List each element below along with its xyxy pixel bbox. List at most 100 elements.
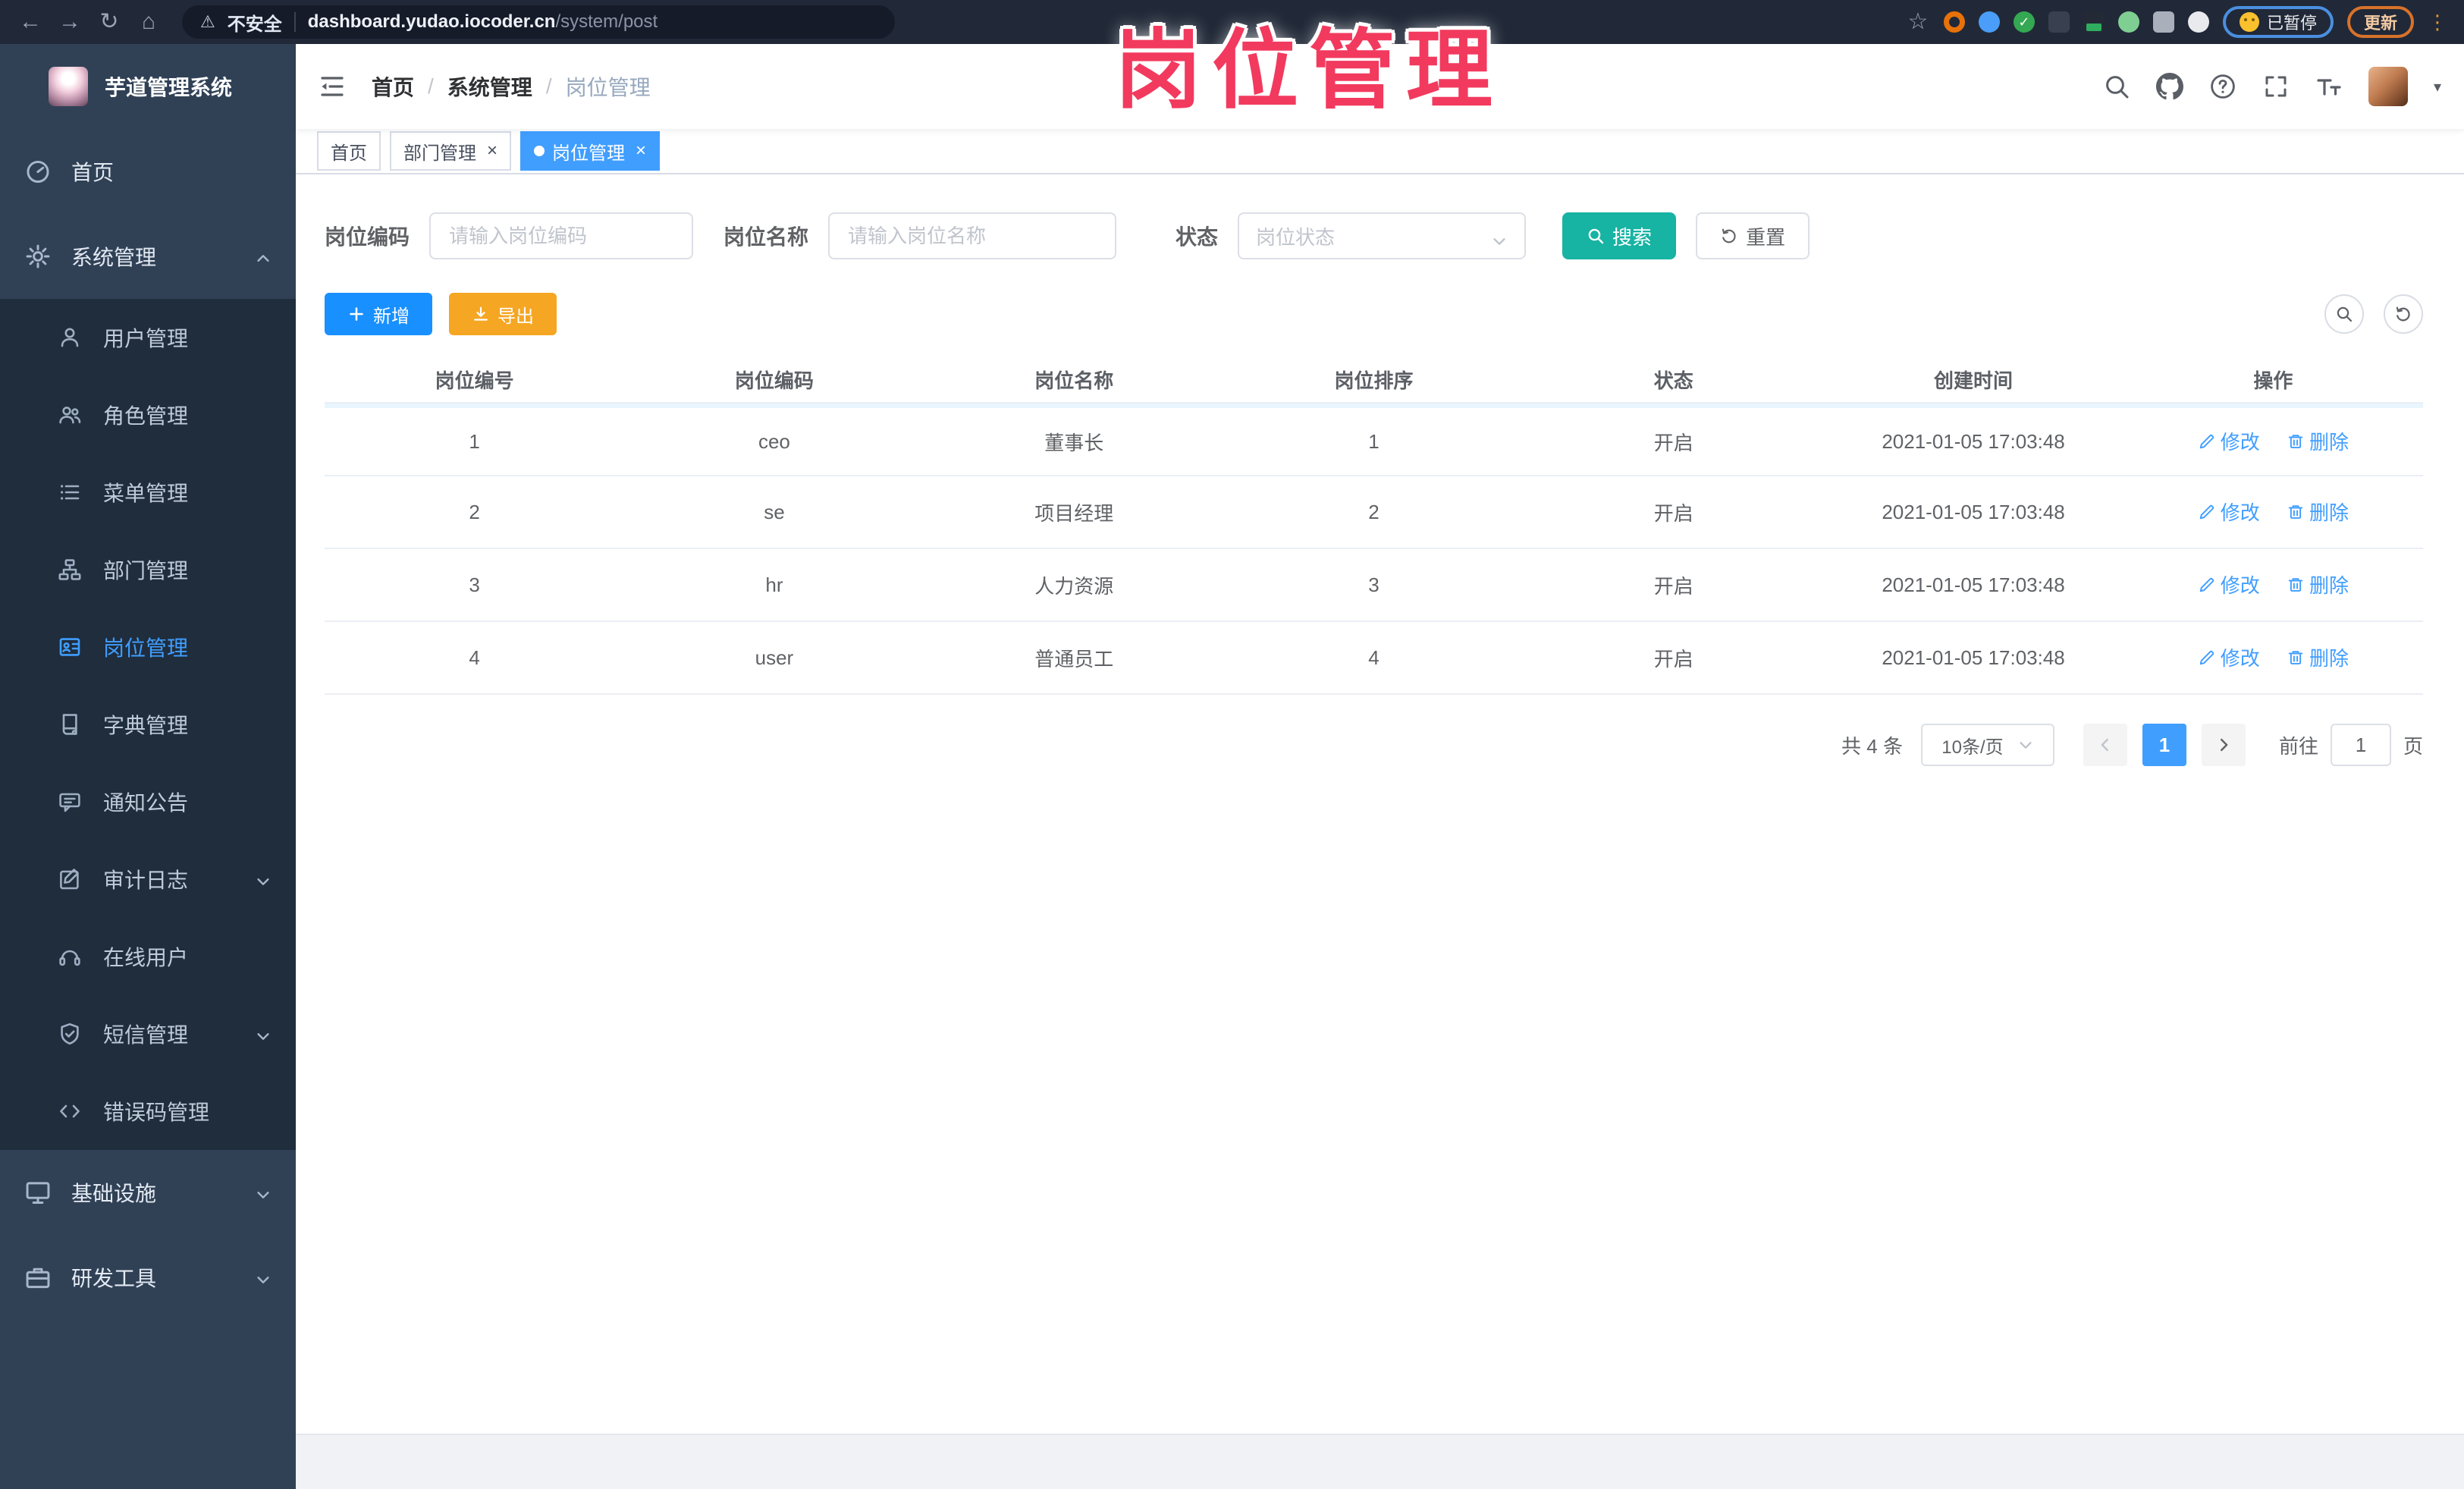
help-icon[interactable] (2209, 73, 2236, 100)
sidebar-item-error-codes[interactable]: 错误码管理 (0, 1073, 296, 1150)
paused-badge[interactable]: 已暂停 (2222, 6, 2334, 38)
prev-page-button[interactable] (2083, 724, 2127, 766)
col-post-name: 岗位名称 (924, 357, 1224, 404)
active-dot (534, 146, 545, 156)
refresh-button[interactable] (2384, 294, 2423, 334)
breadcrumb-system[interactable]: 系统管理 (447, 71, 532, 102)
monitor-icon (24, 1179, 52, 1206)
browser-forward-icon[interactable]: → (52, 0, 88, 44)
breadcrumb-separator: / (428, 74, 434, 98)
page-number-1[interactable]: 1 (2142, 724, 2186, 766)
status-text: 开启 (1524, 549, 1824, 622)
col-post-id: 岗位编号 (325, 357, 625, 404)
sidebar-item-audit-log[interactable]: 审计日志 (0, 840, 296, 918)
extensions-puzzle-icon[interactable] (2152, 11, 2174, 33)
book-icon (58, 712, 82, 737)
reset-button[interactable]: 重置 (1696, 212, 1810, 259)
sidebar-item-devtools[interactable]: 研发工具 (0, 1235, 296, 1320)
browser-home-icon[interactable]: ⌂ (130, 0, 167, 44)
add-button[interactable]: 新增 (325, 293, 432, 335)
chevron-down-icon (255, 871, 272, 887)
shield-check-icon (58, 1022, 82, 1046)
toggle-search-button[interactable] (2324, 294, 2364, 334)
sidebar-item-home[interactable]: 首页 (0, 129, 296, 214)
user-icon (58, 325, 82, 350)
sidebar-item-notices[interactable]: 通知公告 (0, 763, 296, 840)
page-size-select[interactable]: 10条/页 (1920, 724, 2054, 766)
sidebar-item-online-users[interactable]: 在线用户 (0, 918, 296, 995)
delete-link[interactable]: 删除 (2287, 570, 2349, 598)
edit-link[interactable]: 修改 (2198, 427, 2260, 455)
extension-gray-icon[interactable] (2048, 11, 2070, 33)
footer-strip (296, 1434, 2464, 1489)
warning-icon: ⚠ (200, 12, 215, 31)
close-icon[interactable]: × (636, 142, 646, 160)
table-header-row: 岗位编号 岗位编码 岗位名称 岗位排序 状态 创建时间 操作 (325, 357, 2423, 404)
sidebar-item-menus[interactable]: 菜单管理 (0, 454, 296, 531)
col-created: 创建时间 (1823, 357, 2123, 404)
sidebar-item-dictionary[interactable]: 字典管理 (0, 686, 296, 763)
dashboard-icon (24, 158, 52, 185)
app-logo-row[interactable]: 芋道管理系统 (0, 44, 296, 129)
edit-link[interactable]: 修改 (2198, 570, 2260, 598)
tab-departments[interactable]: 部门管理 × (390, 131, 512, 171)
sidebar-item-sms[interactable]: 短信管理 (0, 995, 296, 1073)
breadcrumb-home[interactable]: 首页 (372, 71, 414, 102)
sidebar-item-departments[interactable]: 部门管理 (0, 531, 296, 608)
tab-home[interactable]: 首页 (317, 131, 381, 171)
browser-back-icon[interactable]: ← (12, 0, 49, 44)
filter-bar: 岗位编码 岗位名称 状态 岗位状态 搜索 重置 (325, 212, 2423, 259)
chevron-down-icon (2017, 737, 2034, 753)
sidebar-item-roles[interactable]: 角色管理 (0, 376, 296, 454)
post-code-label: 岗位编码 (325, 225, 410, 249)
sidebar-item-users[interactable]: 用户管理 (0, 299, 296, 376)
next-page-button[interactable] (2201, 724, 2246, 766)
sidebar: 芋道管理系统 首页 系统管理 用户管理 角色管理 菜单管理 部门管理 岗位管理 … (0, 44, 296, 1489)
caret-down-icon[interactable]: ▾ (2434, 77, 2441, 96)
search-button[interactable]: 搜索 (1562, 212, 1677, 259)
font-size-icon[interactable] (2315, 73, 2343, 100)
address-bar[interactable]: ⚠ 不安全 dashboard.yudao.iocoder.cn/system/… (182, 5, 895, 39)
fullscreen-icon[interactable] (2262, 73, 2290, 100)
extension-paw-icon[interactable] (2187, 11, 2209, 33)
col-post-code: 岗位编码 (624, 357, 924, 404)
update-button[interactable]: 更新 (2346, 6, 2414, 38)
top-navbar: 首页 / 系统管理 / 岗位管理 ▾ (296, 44, 2464, 129)
goto-page-input[interactable] (2330, 724, 2391, 766)
browser-reload-icon[interactable]: ↻ (91, 0, 127, 44)
extension-check-icon[interactable]: ✓ (2013, 11, 2035, 33)
avatar[interactable] (2368, 67, 2408, 106)
edit-link[interactable]: 修改 (2198, 643, 2260, 671)
toolbar-right (2324, 294, 2423, 334)
extension-leaf-icon[interactable] (2117, 11, 2139, 33)
status-select[interactable]: 岗位状态 (1238, 212, 1527, 259)
sidebar-item-system[interactable]: 系统管理 (0, 214, 296, 299)
extension-donut-icon[interactable] (1943, 11, 1965, 33)
hamburger-icon[interactable] (319, 73, 346, 100)
extension-pin-icon[interactable] (1978, 11, 2000, 33)
url-text: dashboard.yudao.iocoder.cn/system/post (307, 11, 658, 32)
status-text: 开启 (1524, 476, 1824, 549)
post-code-input[interactable] (429, 212, 694, 259)
security-label[interactable]: 不安全 (228, 9, 282, 36)
edit-link[interactable]: 修改 (2198, 498, 2260, 526)
post-name-input[interactable] (828, 212, 1117, 259)
export-button[interactable]: 导出 (449, 293, 557, 335)
col-actions: 操作 (2123, 357, 2423, 404)
delete-link[interactable]: 删除 (2287, 643, 2349, 671)
delete-link[interactable]: 删除 (2287, 427, 2349, 455)
browser-menu-icon[interactable]: ⋮ (2428, 11, 2447, 34)
github-icon[interactable] (2155, 73, 2183, 100)
sidebar-item-label: 基础设施 (71, 1182, 157, 1205)
sidebar-item-posts[interactable]: 岗位管理 (0, 608, 296, 686)
divider (293, 12, 296, 32)
goto-page: 前往 页 (2279, 724, 2423, 766)
tab-posts[interactable]: 岗位管理 × (520, 131, 661, 171)
close-icon[interactable]: × (487, 142, 498, 160)
bookmark-star-icon[interactable]: ☆ (1906, 0, 1930, 44)
sidebar-item-infrastructure[interactable]: 基础设施 (0, 1150, 296, 1235)
extension-dark-icon[interactable] (2083, 11, 2105, 33)
search-icon[interactable] (2103, 73, 2130, 100)
navbar-actions: ▾ (2103, 67, 2441, 106)
delete-link[interactable]: 删除 (2287, 498, 2349, 526)
